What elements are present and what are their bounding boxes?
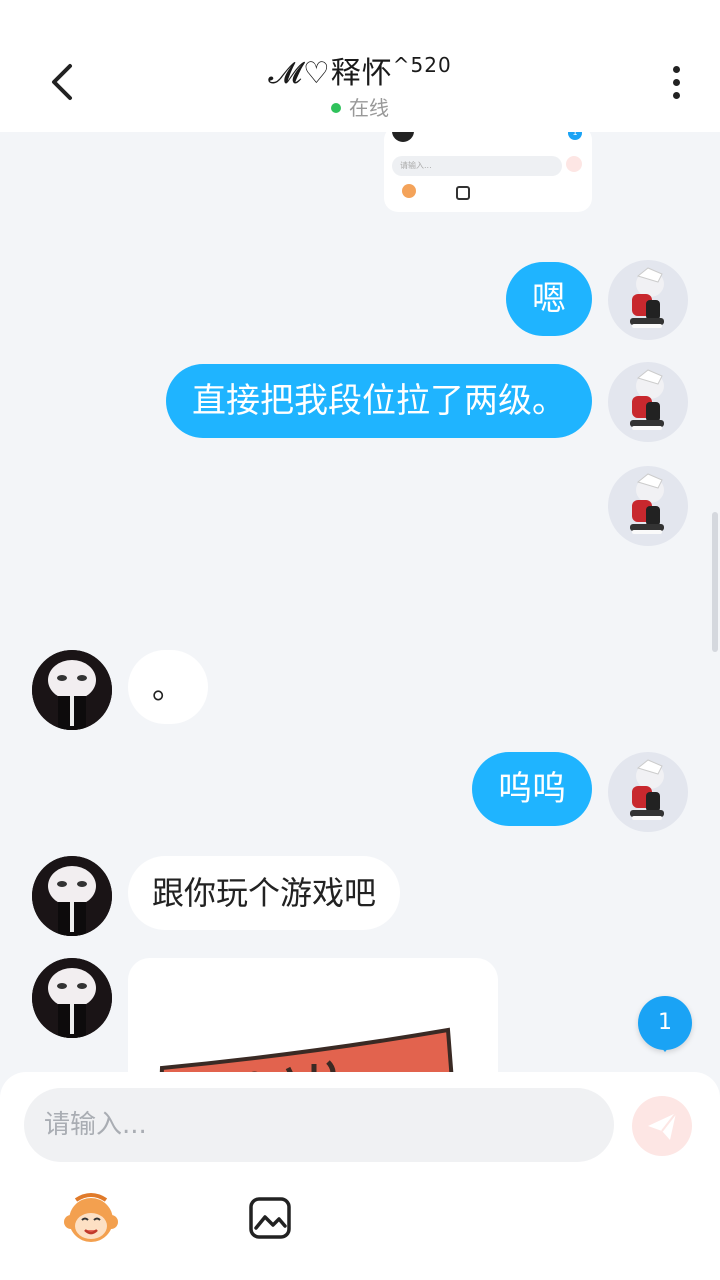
- contact-avatar[interactable]: [32, 650, 112, 730]
- emoji-monkey-icon: [64, 1193, 118, 1242]
- more-options-button[interactable]: [664, 66, 688, 104]
- screenshot-thumbnail-message[interactable]: 说要 1 请输入...: [384, 132, 592, 212]
- online-status: 在线: [0, 92, 720, 121]
- self-avatar[interactable]: [608, 466, 688, 546]
- contact-name-text: 𝓜♡释怀: [268, 56, 393, 91]
- thumbnail-send-icon: [566, 156, 582, 172]
- new-message-badge[interactable]: 1: [638, 996, 692, 1052]
- online-dot-icon: [331, 102, 341, 113]
- incoming-message-bubble[interactable]: 。: [128, 650, 209, 724]
- more-vertical-icon: [672, 66, 680, 73]
- contact-avatar[interactable]: [32, 856, 112, 936]
- incoming-message-bubble[interactable]: 跟你玩个游戏吧: [128, 856, 401, 930]
- incoming-image-message[interactable]: [128, 958, 498, 1072]
- send-button[interactable]: [632, 1096, 692, 1156]
- thumbnail-avatar: [392, 132, 414, 142]
- send-icon: [648, 1112, 677, 1140]
- contact-avatar-image: [32, 650, 112, 730]
- self-avatar[interactable]: [608, 752, 688, 832]
- self-avatar-image: [630, 759, 664, 820]
- contact-avatar[interactable]: [32, 958, 112, 1038]
- thumbnail-top-text: 说要: [426, 132, 442, 133]
- thumbnail-emoji-icon: [402, 184, 416, 198]
- self-avatar[interactable]: [608, 362, 688, 442]
- chat-header: 𝓜♡释怀^520 在线: [0, 0, 720, 132]
- outgoing-message-bubble[interactable]: 嗯: [506, 262, 592, 336]
- image-picker-button[interactable]: [248, 1196, 292, 1240]
- sticker-image: [159, 1027, 454, 1072]
- contact-avatar-image: [32, 958, 112, 1038]
- message-list[interactable]: 说要 1 请输入... 嗯 直接把我段位拉了两级。: [0, 132, 720, 1072]
- contact-name-suffix: ^520: [392, 53, 452, 77]
- thumbnail-badge: 1: [568, 132, 582, 140]
- outgoing-message-bubble[interactable]: 直接把我段位拉了两级。: [166, 364, 592, 438]
- contact-name: 𝓜♡释怀^520: [0, 48, 720, 92]
- image-icon: [249, 1197, 291, 1239]
- message-input[interactable]: [24, 1088, 614, 1162]
- scrollbar[interactable]: [712, 512, 718, 652]
- thumbnail-input: 请输入...: [392, 156, 562, 176]
- self-avatar[interactable]: [608, 260, 688, 340]
- composer-bar: [0, 1072, 720, 1280]
- badge-tail: [655, 1040, 675, 1052]
- self-avatar-image: [630, 369, 664, 430]
- contact-avatar-image: [32, 856, 112, 936]
- emoji-button[interactable]: [62, 1190, 120, 1248]
- outgoing-message-bubble[interactable]: 呜呜: [472, 752, 592, 826]
- self-avatar-image: [630, 267, 664, 328]
- online-status-text: 在线: [349, 96, 389, 120]
- thumbnail-image-icon: [456, 186, 470, 200]
- self-avatar-image: [630, 473, 664, 534]
